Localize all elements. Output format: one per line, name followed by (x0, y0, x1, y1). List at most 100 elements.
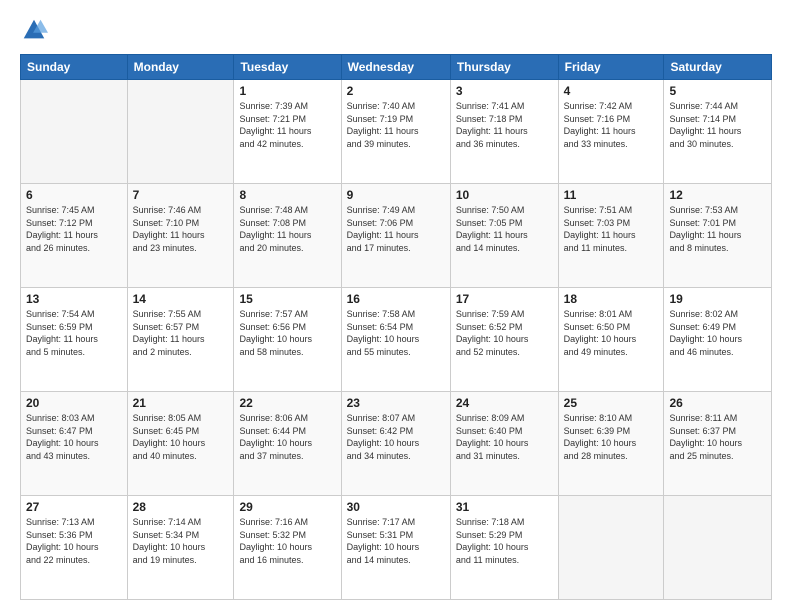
day-detail: Sunrise: 7:13 AM Sunset: 5:36 PM Dayligh… (26, 516, 122, 566)
day-detail: Sunrise: 7:59 AM Sunset: 6:52 PM Dayligh… (456, 308, 553, 358)
calendar-cell: 22 Sunrise: 8:06 AM Sunset: 6:44 PM Dayli… (234, 392, 341, 496)
day-detail: Sunrise: 8:11 AM Sunset: 6:37 PM Dayligh… (669, 412, 766, 462)
weekday-header-row: SundayMondayTuesdayWednesdayThursdayFrid… (21, 55, 772, 80)
day-number: 22 (239, 396, 335, 410)
calendar-cell: 7Sunrise: 7:46 AM Sunset: 7:10 PM Daylig… (127, 184, 234, 288)
day-number: 3 (456, 84, 553, 98)
day-detail: Sunrise: 7:51 AM Sunset: 7:03 PM Dayligh… (564, 204, 659, 254)
logo-icon (20, 16, 48, 44)
day-detail: Sunrise: 7:55 AM Sunset: 6:57 PM Dayligh… (133, 308, 229, 358)
weekday-header-thursday: Thursday (450, 55, 558, 80)
calendar-cell (664, 496, 772, 600)
day-number: 11 (564, 188, 659, 202)
day-detail: Sunrise: 7:42 AM Sunset: 7:16 PM Dayligh… (564, 100, 659, 150)
weekday-header-tuesday: Tuesday (234, 55, 341, 80)
calendar-week-row: 27Sunrise: 7:13 AM Sunset: 5:36 PM Dayli… (21, 496, 772, 600)
calendar-cell: 11 Sunrise: 7:51 AM Sunset: 7:03 PM Dayli… (558, 184, 664, 288)
calendar-cell: 24 Sunrise: 8:09 AM Sunset: 6:40 PM Dayli… (450, 392, 558, 496)
page: SundayMondayTuesdayWednesdayThursdayFrid… (0, 0, 792, 612)
day-detail: Sunrise: 7:58 AM Sunset: 6:54 PM Dayligh… (347, 308, 445, 358)
day-detail: Sunrise: 7:48 AM Sunset: 7:08 PM Dayligh… (239, 204, 335, 254)
calendar-cell (558, 496, 664, 600)
day-number: 26 (669, 396, 766, 410)
calendar-week-row: 20 Sunrise: 8:03 AM Sunset: 6:47 PM Dayli… (21, 392, 772, 496)
day-number: 1 (239, 84, 335, 98)
day-detail: Sunrise: 8:01 AM Sunset: 6:50 PM Dayligh… (564, 308, 659, 358)
calendar-cell: 13 Sunrise: 7:54 AM Sunset: 6:59 PM Dayli… (21, 288, 128, 392)
day-detail: Sunrise: 7:17 AM Sunset: 5:31 PM Dayligh… (347, 516, 445, 566)
calendar-cell: 30 Sunrise: 7:17 AM Sunset: 5:31 PM Dayli… (341, 496, 450, 600)
day-detail: Sunrise: 8:02 AM Sunset: 6:49 PM Dayligh… (669, 308, 766, 358)
calendar-cell: 20 Sunrise: 8:03 AM Sunset: 6:47 PM Dayli… (21, 392, 128, 496)
day-number: 18 (564, 292, 659, 306)
calendar-cell: 18 Sunrise: 8:01 AM Sunset: 6:50 PM Dayli… (558, 288, 664, 392)
day-detail: Sunrise: 8:03 AM Sunset: 6:47 PM Dayligh… (26, 412, 122, 462)
day-number: 2 (347, 84, 445, 98)
calendar-cell: 10Sunrise: 7:50 AM Sunset: 7:05 PM Dayli… (450, 184, 558, 288)
calendar-cell: 12 Sunrise: 7:53 AM Sunset: 7:01 PM Dayli… (664, 184, 772, 288)
calendar-cell: 17 Sunrise: 7:59 AM Sunset: 6:52 PM Dayli… (450, 288, 558, 392)
calendar-cell: 25 Sunrise: 8:10 AM Sunset: 6:39 PM Dayli… (558, 392, 664, 496)
day-detail: Sunrise: 7:40 AM Sunset: 7:19 PM Dayligh… (347, 100, 445, 150)
day-number: 20 (26, 396, 122, 410)
calendar-cell: 6 Sunrise: 7:45 AM Sunset: 7:12 PM Daylig… (21, 184, 128, 288)
day-detail: Sunrise: 7:53 AM Sunset: 7:01 PM Dayligh… (669, 204, 766, 254)
day-number: 25 (564, 396, 659, 410)
calendar-cell (21, 80, 128, 184)
calendar-cell: 21 Sunrise: 8:05 AM Sunset: 6:45 PM Dayli… (127, 392, 234, 496)
calendar-cell: 4 Sunrise: 7:42 AM Sunset: 7:16 PM Daylig… (558, 80, 664, 184)
calendar-cell: 29 Sunrise: 7:16 AM Sunset: 5:32 PM Dayli… (234, 496, 341, 600)
day-detail: Sunrise: 8:10 AM Sunset: 6:39 PM Dayligh… (564, 412, 659, 462)
calendar-cell: 28Sunrise: 7:14 AM Sunset: 5:34 PM Dayli… (127, 496, 234, 600)
day-number: 15 (239, 292, 335, 306)
day-detail: Sunrise: 7:44 AM Sunset: 7:14 PM Dayligh… (669, 100, 766, 150)
calendar-cell: 2 Sunrise: 7:40 AM Sunset: 7:19 PM Daylig… (341, 80, 450, 184)
day-detail: Sunrise: 8:06 AM Sunset: 6:44 PM Dayligh… (239, 412, 335, 462)
day-number: 10 (456, 188, 553, 202)
calendar-table: SundayMondayTuesdayWednesdayThursdayFrid… (20, 54, 772, 600)
day-detail: Sunrise: 8:09 AM Sunset: 6:40 PM Dayligh… (456, 412, 553, 462)
day-number: 29 (239, 500, 335, 514)
day-detail: Sunrise: 7:16 AM Sunset: 5:32 PM Dayligh… (239, 516, 335, 566)
day-number: 9 (347, 188, 445, 202)
day-number: 28 (133, 500, 229, 514)
day-number: 16 (347, 292, 445, 306)
day-detail: Sunrise: 7:49 AM Sunset: 7:06 PM Dayligh… (347, 204, 445, 254)
calendar-cell (127, 80, 234, 184)
day-detail: Sunrise: 8:05 AM Sunset: 6:45 PM Dayligh… (133, 412, 229, 462)
day-number: 13 (26, 292, 122, 306)
calendar-cell: 15Sunrise: 7:57 AM Sunset: 6:56 PM Dayli… (234, 288, 341, 392)
weekday-header-sunday: Sunday (21, 55, 128, 80)
weekday-header-saturday: Saturday (664, 55, 772, 80)
day-number: 6 (26, 188, 122, 202)
day-detail: Sunrise: 7:18 AM Sunset: 5:29 PM Dayligh… (456, 516, 553, 566)
weekday-header-friday: Friday (558, 55, 664, 80)
day-detail: Sunrise: 7:54 AM Sunset: 6:59 PM Dayligh… (26, 308, 122, 358)
calendar-cell: 23 Sunrise: 8:07 AM Sunset: 6:42 PM Dayli… (341, 392, 450, 496)
calendar-cell: 19 Sunrise: 8:02 AM Sunset: 6:49 PM Dayli… (664, 288, 772, 392)
calendar-cell: 8Sunrise: 7:48 AM Sunset: 7:08 PM Daylig… (234, 184, 341, 288)
day-number: 19 (669, 292, 766, 306)
calendar-cell: 27Sunrise: 7:13 AM Sunset: 5:36 PM Dayli… (21, 496, 128, 600)
calendar-cell: 9 Sunrise: 7:49 AM Sunset: 7:06 PM Daylig… (341, 184, 450, 288)
logo (20, 16, 52, 44)
day-detail: Sunrise: 7:41 AM Sunset: 7:18 PM Dayligh… (456, 100, 553, 150)
day-number: 4 (564, 84, 659, 98)
day-number: 21 (133, 396, 229, 410)
day-number: 17 (456, 292, 553, 306)
day-number: 24 (456, 396, 553, 410)
day-number: 12 (669, 188, 766, 202)
calendar-cell: 14 Sunrise: 7:55 AM Sunset: 6:57 PM Dayli… (127, 288, 234, 392)
day-number: 5 (669, 84, 766, 98)
calendar-cell: 26 Sunrise: 8:11 AM Sunset: 6:37 PM Dayli… (664, 392, 772, 496)
calendar-week-row: 6 Sunrise: 7:45 AM Sunset: 7:12 PM Daylig… (21, 184, 772, 288)
calendar-cell: 1Sunrise: 7:39 AM Sunset: 7:21 PM Daylig… (234, 80, 341, 184)
day-detail: Sunrise: 8:07 AM Sunset: 6:42 PM Dayligh… (347, 412, 445, 462)
day-number: 14 (133, 292, 229, 306)
day-number: 7 (133, 188, 229, 202)
day-detail: Sunrise: 7:45 AM Sunset: 7:12 PM Dayligh… (26, 204, 122, 254)
day-number: 30 (347, 500, 445, 514)
header (20, 16, 772, 44)
day-number: 23 (347, 396, 445, 410)
weekday-header-wednesday: Wednesday (341, 55, 450, 80)
